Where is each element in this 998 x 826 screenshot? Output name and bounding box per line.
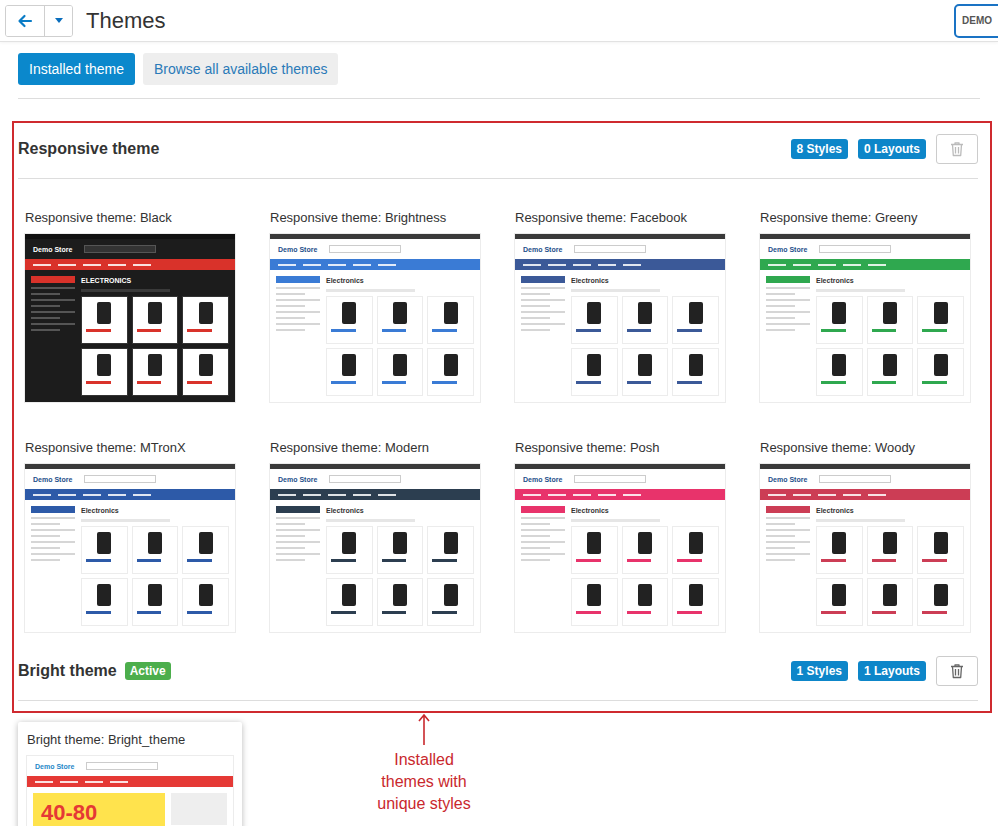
style-title: Responsive theme: Greeny [760,210,970,226]
preview-logo: Demo Store [523,246,562,253]
caret-down-icon [55,18,63,23]
below-row: Bright theme: Bright_theme Demo Store 40-8… [18,722,998,826]
annotation: Installedthemes withunique styles [344,713,504,815]
highlight-box: Responsive theme8 Styles0 LayoutsRespons… [12,121,992,713]
preview-heading: Electronics [816,506,964,515]
style-card[interactable]: Responsive theme: Black Demo Store ELECTRO… [25,210,235,402]
theme-header: Bright theme Active 1 Styles 1 Layouts [18,645,978,701]
demo-button[interactable]: DEMO [954,4,998,38]
style-grid: Responsive theme: Black Demo Store ELECTRO… [18,179,978,632]
delete-theme-button[interactable] [936,134,978,164]
tab[interactable]: Installed theme [18,53,135,85]
style-preview: Demo Store Electronics [515,234,725,402]
preview-heading: Electronics [571,276,719,285]
style-card[interactable]: Bright theme: Bright_theme Demo Store 40-8… [18,722,242,826]
style-title: Bright theme: Bright_theme [27,732,233,748]
style-preview: Demo Store Electronics [270,464,480,632]
back-button-group [5,5,73,37]
preview-logo: Demo Store [768,476,807,483]
tabs: Installed themeBrowse all available them… [18,53,998,85]
preview-heading: Electronics [816,276,964,285]
back-button[interactable] [6,6,45,36]
promo-text: 40-80 [41,801,97,825]
style-title: Responsive theme: MTronX [25,440,235,456]
preview-heading: Electronics [326,276,474,285]
style-card[interactable]: Responsive theme: MTronX Demo Store Electr… [25,440,235,632]
trash-icon [950,141,964,157]
style-title: Responsive theme: Modern [270,440,480,456]
theme-name: Responsive theme [18,140,159,158]
style-card[interactable]: Responsive theme: Brightness Demo Store El… [270,210,480,402]
style-card[interactable]: Responsive theme: Posh Demo Store Electron… [515,440,725,632]
theme-header: Responsive theme 8 Styles 0 Layouts [18,123,978,179]
active-badge: Active [125,662,171,680]
preview-logo: Demo Store [278,246,317,253]
preview-logo: Demo Store [523,476,562,483]
style-card[interactable]: Responsive theme: Facebook Demo Store Elec… [515,210,725,402]
style-card[interactable]: Responsive theme: Woody Demo Store Electro… [760,440,970,632]
themes-page: ThemesDEMO Installed themeBrowse all avai… [0,0,998,826]
arrow-up-icon [418,713,430,745]
page-title: Themes [86,8,954,34]
style-card[interactable]: Responsive theme: Greeny Demo Store Electr… [760,210,970,402]
style-preview: Demo Store ELECTRONICS [25,234,235,402]
style-preview: Demo Store Electronics [760,464,970,632]
styles-badge[interactable]: 1 Styles [791,661,848,681]
trash-icon [950,663,964,679]
layouts-badge[interactable]: 0 Layouts [858,139,926,159]
preview-heading: ELECTRONICS [81,276,229,285]
preview-logo: Demo Store [35,763,74,770]
preview-logo: Demo Store [768,246,807,253]
preview-logo: Demo Store [278,476,317,483]
delete-theme-button[interactable] [936,656,978,686]
top-bar: ThemesDEMO [0,0,998,42]
style-preview: Demo Store Electronics [25,464,235,632]
annotation-text: Installed [394,749,454,771]
style-title: Responsive theme: Facebook [515,210,725,226]
style-card[interactable]: Responsive theme: Modern Demo Store Electr… [270,440,480,632]
history-dropdown-button[interactable] [45,6,72,36]
annotation-text: themes with [381,771,466,793]
preview-logo: Demo Store [33,246,72,253]
style-title: Responsive theme: Woody [760,440,970,456]
style-title: Responsive theme: Posh [515,440,725,456]
styles-badge[interactable]: 8 Styles [791,139,848,159]
style-preview: Demo Store Electronics [515,464,725,632]
layouts-badge[interactable]: 1 Layouts [858,661,926,681]
style-title: Responsive theme: Brightness [270,210,480,226]
arrow-left-icon [17,13,33,29]
preview-heading: Electronics [571,506,719,515]
preview-heading: Electronics [326,506,474,515]
theme-name: Bright theme [18,662,117,680]
style-preview: Demo Store 40-80 [27,756,233,826]
preview-heading: Electronics [81,506,229,515]
annotation-text: unique styles [377,793,470,815]
style-preview: Demo Store Electronics [270,234,480,402]
preview-logo: Demo Store [33,476,72,483]
style-preview: Demo Store Electronics [760,234,970,402]
style-title: Responsive theme: Black [25,210,235,226]
tab[interactable]: Browse all available themes [143,53,339,85]
divider [18,98,980,99]
